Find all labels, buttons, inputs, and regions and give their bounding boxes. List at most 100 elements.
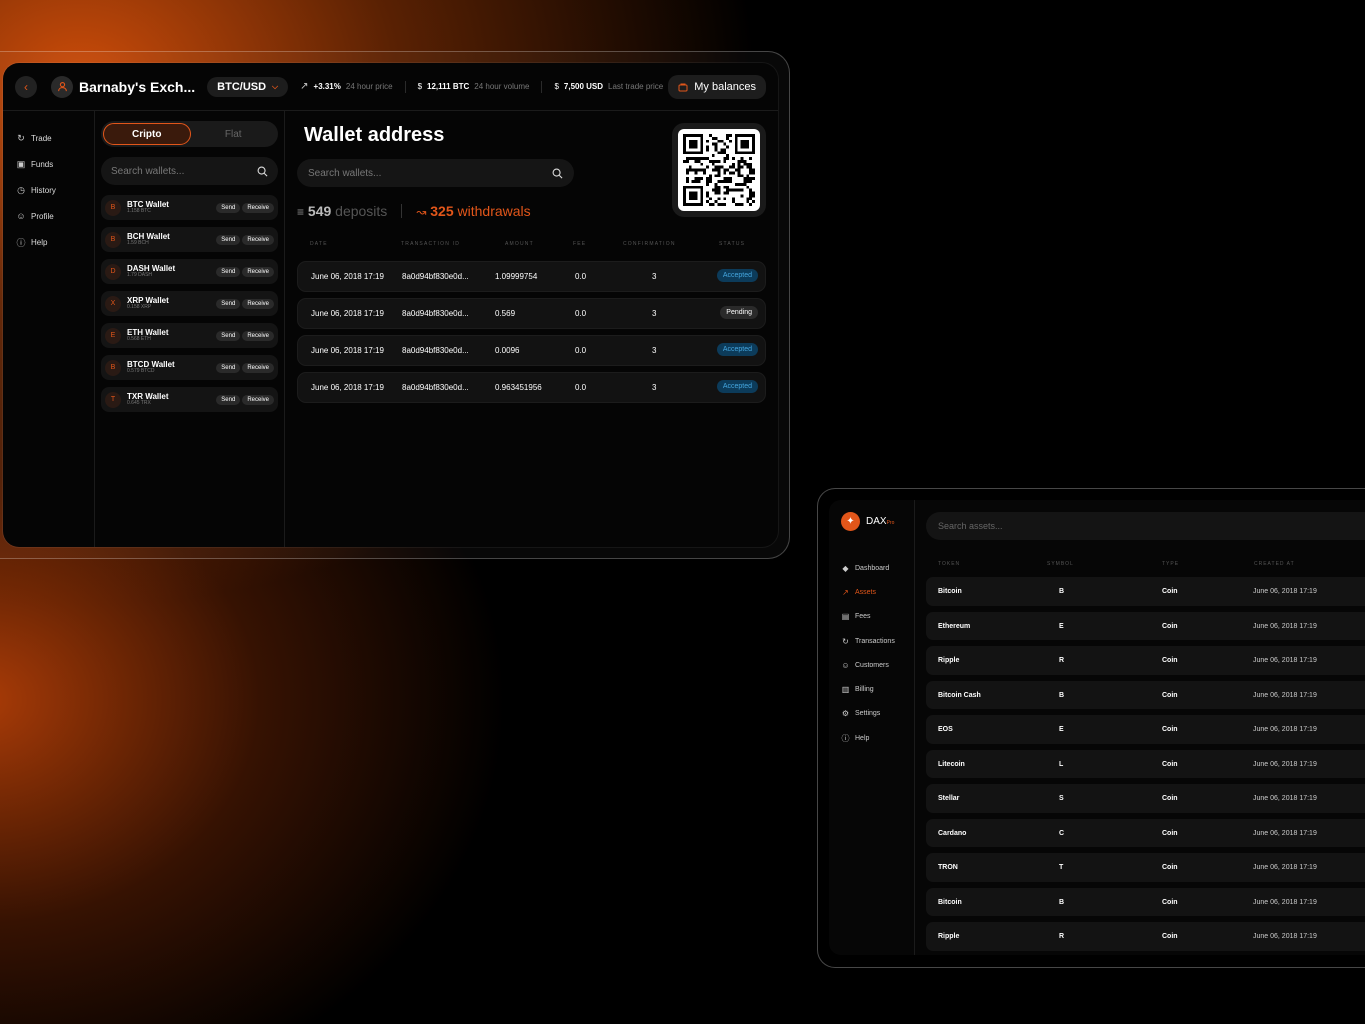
status-badge: Accepted (716, 343, 758, 356)
send-button[interactable]: Send (216, 298, 241, 309)
table-row[interactable]: Ripple R Coin June 06, 2018 17:19 (926, 922, 1365, 951)
sidebar-item-funds[interactable]: ▣ Funds (3, 151, 94, 177)
wallet-amount: 0.645 TRX (127, 400, 151, 407)
wallet-info: ETH Wallet 0.568 ETH (127, 328, 214, 343)
transactions-table: June 06, 2018 17:19 8a0d94bf830e0d... 1.09… (297, 261, 766, 409)
send-button[interactable]: Send (216, 394, 241, 405)
avatar[interactable] (51, 75, 73, 98)
table-row[interactable]: Ethereum E Coin June 06, 2018 17:19 (926, 611, 1365, 640)
sidebar-item-dashboard[interactable]: ◆ Dashboard (841, 556, 895, 580)
receive-button[interactable]: Receive (242, 298, 274, 309)
my-balances-label: My balances (694, 80, 756, 93)
column-header: TYPE (1162, 561, 1180, 567)
sidebar-item-help[interactable]: ⓘ Help (3, 229, 94, 255)
sidebar-item-transactions[interactable]: ↻ Transactions (841, 629, 895, 653)
asset-type: Coin (1162, 691, 1178, 699)
sidebar-item-settings[interactable]: ⚙ Settings (841, 702, 895, 726)
logo[interactable]: ✦ DAXPro (841, 512, 894, 531)
stat-label: 24 hour price (345, 82, 393, 91)
tab-fiat[interactable]: Flat (191, 123, 277, 145)
asset-token: Bitcoin (938, 588, 962, 595)
wallet-item[interactable]: X XRP Wallet 0.158 XRP Send Receive (101, 291, 278, 316)
table-row[interactable]: June 06, 2018 17:19 8a0d94bf830e0d... 0.56… (297, 298, 766, 329)
table-row[interactable]: June 06, 2018 17:19 8a0d94bf830e0d... 1.09… (297, 261, 766, 292)
sidebar-item-profile[interactable]: ☺ Profile (3, 203, 94, 229)
table-row[interactable]: TRON T Coin June 06, 2018 17:19 (926, 853, 1365, 882)
tx-confirmation: 3 (652, 272, 657, 281)
table-row[interactable]: EOS E Coin June 06, 2018 17:19 (926, 715, 1365, 744)
tx-fee: 0.0 (575, 346, 587, 355)
wallet-amount: 0.568 ETH (127, 336, 151, 343)
send-button[interactable]: Send (216, 362, 241, 373)
tx-amount: 1.09999754 (495, 272, 538, 281)
transaction-counts: ≡ 549 deposits ↝ 325 withdrawals (297, 203, 531, 219)
asset-token: Bitcoin Cash (938, 691, 981, 699)
funds-icon: ▣ (16, 158, 26, 169)
qr-code[interactable] (672, 123, 766, 217)
receive-button[interactable]: Receive (242, 234, 274, 245)
sidebar-item-fees[interactable]: ▤ Fees (841, 605, 895, 629)
asset-symbol: E (1059, 726, 1064, 733)
table-row[interactable]: Stellar S Coin June 06, 2018 17:19 (926, 784, 1365, 813)
user-icon (57, 82, 67, 92)
dashboard-icon: ◆ (842, 563, 849, 573)
asset-token: TRON (938, 864, 958, 871)
asset-search-input[interactable]: Search assets... (926, 512, 1365, 540)
wallet-item[interactable]: T TXR Wallet 0.645 TRX Send Receive (101, 387, 278, 412)
sidebar-item-history[interactable]: ◷ History (3, 177, 94, 203)
qr-code-image (678, 129, 760, 211)
table-row[interactable]: Bitcoin B Coin June 06, 2018 17:19 (926, 887, 1365, 916)
wallet-item[interactable]: B BTC Wallet 1.158 BTC Send Receive (101, 195, 278, 220)
sidebar-item-help[interactable]: ⓘ Help (841, 726, 895, 750)
chart-icon: ↗ (842, 587, 849, 597)
tx-id: 8a0d94bf830e0d... (402, 309, 469, 318)
table-row[interactable]: Bitcoin Cash B Coin June 06, 2018 17:19 (926, 680, 1365, 709)
wallet-info: DASH Wallet 1.79 DASH (127, 264, 214, 279)
table-row[interactable]: Litecoin L Coin June 06, 2018 17:19 (926, 749, 1365, 778)
wallet-item[interactable]: B BTCD Wallet 0.579 BTCD Send Receive (101, 355, 278, 380)
status-badge: Pending (720, 306, 758, 319)
send-button[interactable]: Send (216, 234, 241, 245)
currency-toggle: Cripto Flat (101, 121, 278, 147)
table-row[interactable]: Bitcoin B Coin June 06, 2018 17:19 (926, 577, 1365, 606)
wallet-search-input[interactable]: Search wallets... (101, 157, 278, 185)
send-button[interactable]: Send (216, 202, 241, 213)
refresh-icon: ↻ (842, 636, 849, 646)
sidebar-item-trade[interactable]: ↻ Trade (3, 125, 94, 151)
clock-icon: ◷ (17, 184, 25, 195)
send-button[interactable]: Send (216, 330, 241, 341)
asset-type: Coin (1162, 795, 1178, 802)
tx-date: June 06, 2018 17:19 (311, 309, 384, 318)
tx-fee: 0.0 (575, 309, 587, 318)
receive-button[interactable]: Receive (242, 266, 274, 277)
pair-selector[interactable]: BTC/USD ⌵ (207, 76, 289, 97)
table-row[interactable]: Cardano C Coin June 06, 2018 17:19 (926, 818, 1365, 847)
tab-crypto[interactable]: Cripto (103, 123, 191, 145)
back-button[interactable]: ‹ (15, 75, 37, 98)
send-button[interactable]: Send (216, 266, 241, 277)
wallet-item[interactable]: E ETH Wallet 0.568 ETH Send Receive (101, 323, 278, 348)
pair-label: BTC/USD (217, 80, 267, 93)
table-row[interactable]: June 06, 2018 17:19 8a0d94bf830e0d... 0.96… (297, 372, 766, 403)
search-input[interactable]: Search wallets... (297, 159, 574, 187)
deposits-count: ≡ 549 deposits (297, 203, 387, 219)
receive-button[interactable]: Receive (242, 330, 274, 341)
asset-symbol: B (1059, 898, 1065, 906)
asset-type: Coin (1162, 760, 1178, 768)
receive-button[interactable]: Receive (242, 394, 274, 405)
table-row[interactable]: Ripple R Coin June 06, 2018 17:19 (926, 646, 1365, 675)
star-icon: ✦ (841, 512, 860, 531)
table-row[interactable]: June 06, 2018 17:19 8a0d94bf830e0d... 0.00… (297, 335, 766, 366)
wallet-item[interactable]: B BCH Wallet 1.59 BCH Send Receive (101, 227, 278, 252)
receive-button[interactable]: Receive (242, 202, 274, 213)
sidebar-item-assets[interactable]: ↗ Assets (841, 580, 895, 604)
deposits-label: deposits (335, 203, 388, 219)
asset-created: June 06, 2018 17:19 (1253, 657, 1317, 664)
wallet-item[interactable]: D DASH Wallet 1.79 DASH Send Receive (101, 259, 278, 284)
wallet-amount: 1.158 BTC (127, 208, 151, 215)
my-balances-button[interactable]: My balances (668, 74, 766, 99)
sidebar-item-customers[interactable]: ☺ Customers (841, 653, 895, 677)
column-header: AMOUNT (505, 241, 534, 247)
receive-button[interactable]: Receive (242, 362, 274, 373)
sidebar-item-billing[interactable]: ▥ Billing (841, 677, 895, 701)
